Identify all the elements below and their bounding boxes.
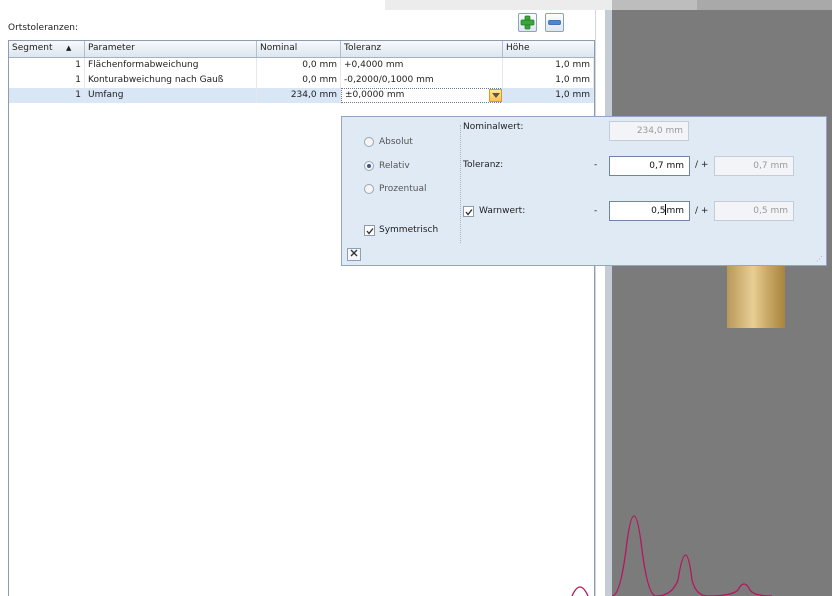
plot-curve-fragment: [571, 586, 589, 596]
col-header-segment[interactable]: Segment ▲: [9, 41, 85, 57]
top-strip-dark: [697, 0, 832, 10]
toleranz-label: Toleranz:: [463, 160, 504, 170]
grid-header: Segment ▲ Parameter Nominal Toleranz Höh…: [9, 41, 594, 58]
table-row-selected[interactable]: 1 Umfang 234,0 mm ±0,0000 mm 1,0 mm: [9, 88, 594, 103]
symmetrisch-checkbox[interactable]: [364, 225, 375, 236]
popup-close-button[interactable]: [347, 248, 361, 261]
col-header-parameter[interactable]: Parameter: [85, 41, 257, 57]
radio-relativ[interactable]: [364, 161, 374, 171]
col-header-nominal[interactable]: Nominal: [257, 41, 341, 57]
tolerance-popup: Absolut Relativ Prozentual Symmetrisch N…: [341, 116, 827, 266]
cell-toleranz: -0,2000/0,1000 mm: [341, 73, 503, 88]
nominalwert-field: 234,0 mm: [609, 121, 689, 141]
cell-segment: 1: [9, 58, 85, 73]
cell-hoehe: 1,0 mm: [503, 88, 594, 103]
checkmark-icon: [366, 228, 374, 235]
checkmark-icon: [465, 209, 473, 216]
deviation-plot-curve: [612, 515, 773, 596]
warn-plus-sign: / +: [695, 206, 709, 216]
nominalwert-label: Nominalwert:: [463, 122, 524, 132]
toleranz-minus-sign: -: [594, 160, 598, 170]
cell-hoehe: 1,0 mm: [503, 73, 594, 88]
radio-prozentual[interactable]: [364, 184, 374, 194]
plus-icon: [520, 15, 535, 30]
cell-segment: 1: [9, 88, 85, 103]
col-header-hoehe[interactable]: Höhe: [503, 41, 594, 57]
col-header-segment-label: Segment: [12, 43, 53, 53]
warn-minus-sign: -: [594, 206, 598, 216]
panel-right-border: [595, 10, 596, 596]
toleranz-plus-sign: / +: [695, 160, 709, 170]
cell-toleranz: +0,4000 mm: [341, 58, 503, 73]
cylinder-model: [727, 262, 785, 328]
warnwert-plus-input: 0,5 mm: [714, 201, 794, 221]
close-icon: [350, 249, 358, 257]
table-row[interactable]: 1 Konturabweichung nach Gauß 0,0 mm -0,2…: [9, 73, 594, 88]
mode-absolut-label: Absolut: [379, 137, 413, 147]
popup-separator: [460, 125, 462, 243]
toleranz-editor-value: ±0,0000 mm: [345, 90, 405, 100]
table-row[interactable]: 1 Flächenformabweichung 0,0 mm +0,4000 m…: [9, 58, 594, 73]
top-strip-light: [385, 0, 612, 10]
toleranz-dropdown-button[interactable]: [489, 89, 502, 102]
radio-absolut[interactable]: [364, 137, 374, 147]
cell-hoehe: 1,0 mm: [503, 58, 594, 73]
sort-asc-icon: ▲: [66, 44, 72, 52]
col-header-toleranz[interactable]: Toleranz: [341, 41, 503, 57]
minus-icon: [548, 20, 561, 25]
toleranz-plus-input: 0,7 mm: [714, 156, 794, 176]
mode-prozentual-label: Prozentual: [379, 184, 427, 194]
chevron-down-icon: [492, 93, 500, 98]
panel-title: Ortstoleranzen:: [8, 23, 78, 33]
cell-parameter: Flächenformabweichung: [85, 58, 257, 73]
cell-nominal: 0,0 mm: [257, 73, 341, 88]
splitter[interactable]: [605, 10, 612, 596]
symmetrisch-label: Symmetrisch: [379, 225, 439, 235]
cell-parameter: Konturabweichung nach Gauß: [85, 73, 257, 88]
warnwert-minus-number: 0,5: [651, 206, 666, 216]
warnwert-minus-unit: mm: [666, 206, 684, 216]
mode-relativ-label: Relativ: [379, 161, 410, 171]
remove-button[interactable]: [545, 13, 564, 32]
add-button[interactable]: [518, 13, 537, 32]
resize-grip-icon[interactable]: ⋰: [816, 255, 823, 263]
warnwert-label: Warnwert:: [479, 206, 526, 216]
toleranz-editor[interactable]: ±0,0000 mm: [341, 88, 501, 103]
warnwert-minus-input[interactable]: 0,5mm: [609, 201, 690, 221]
cell-segment: 1: [9, 73, 85, 88]
cell-nominal: 234,0 mm: [257, 88, 341, 103]
toleranz-minus-input[interactable]: 0,7 mm: [609, 156, 690, 176]
cell-nominal: 0,0 mm: [257, 58, 341, 73]
cell-parameter: Umfang: [85, 88, 257, 103]
warnwert-checkbox[interactable]: [463, 206, 474, 217]
